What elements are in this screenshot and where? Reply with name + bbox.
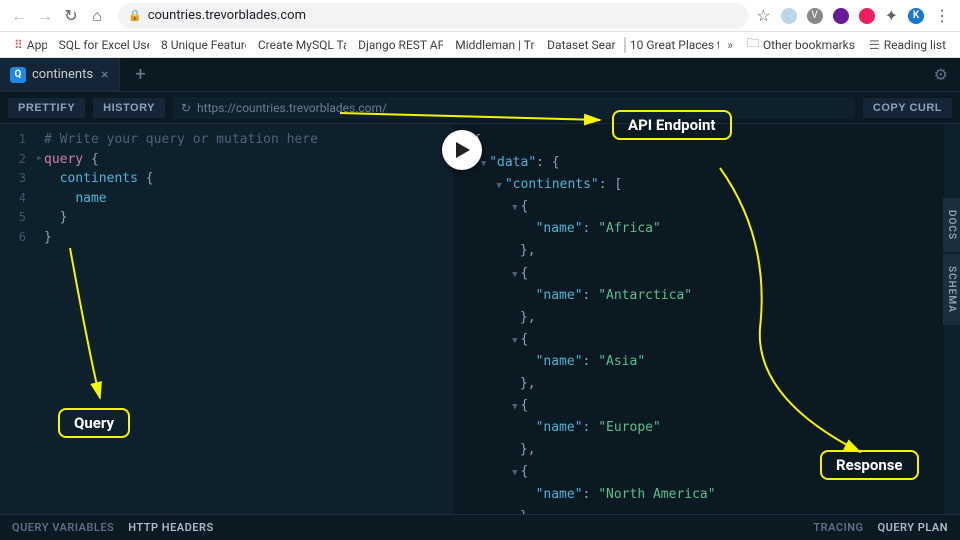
- back-button[interactable]: ←: [6, 3, 32, 29]
- other-bookmarks[interactable]: 🗀Other bookmarks: [741, 32, 861, 57]
- add-tab-button[interactable]: +: [126, 60, 156, 90]
- star-icon[interactable]: ☆: [756, 6, 770, 25]
- bookmark-item[interactable]: Create MySQL Tabl...: [248, 35, 346, 55]
- bottom-bar: QUERY VARIABLES HTTP HEADERS TRACING QUE…: [0, 514, 960, 540]
- extension-icon[interactable]: [781, 8, 797, 24]
- reload-button[interactable]: ↻: [58, 3, 84, 29]
- bookmark-item[interactable]: SQL for Excel Users...: [49, 35, 149, 55]
- extension-icon[interactable]: [859, 8, 875, 24]
- run-query-button[interactable]: [442, 130, 482, 170]
- lock-icon: 🔒: [128, 9, 142, 22]
- endpoint-input[interactable]: ↻ https://countries.trevorblades.com/: [173, 97, 855, 119]
- editor-split: 1 # Write your query or mutation here 2▸…: [0, 124, 944, 514]
- gear-icon[interactable]: ⚙: [934, 65, 948, 84]
- kebab-menu-icon[interactable]: ⋮: [934, 6, 950, 25]
- graphql-playground: Q continents × + ⚙ PRETTIFY HISTORY ↻ ht…: [0, 58, 960, 540]
- bookmark-item[interactable]: 8 Unique Features...: [151, 35, 246, 55]
- profile-icon[interactable]: K: [908, 8, 924, 24]
- close-icon[interactable]: ×: [101, 67, 108, 83]
- query-editor[interactable]: 1 # Write your query or mutation here 2▸…: [0, 124, 453, 514]
- docs-tab[interactable]: DOCS: [943, 198, 960, 252]
- tab-badge-icon: Q: [10, 67, 26, 83]
- query-variables-tab[interactable]: QUERY VARIABLES: [12, 521, 114, 534]
- copy-curl-button[interactable]: COPY CURL: [863, 98, 952, 118]
- tracing-tab[interactable]: TRACING: [813, 521, 863, 534]
- tab-title: continents: [32, 67, 93, 82]
- extension-icon[interactable]: [833, 8, 849, 24]
- url-bar[interactable]: 🔒 countries.trevorblades.com: [118, 3, 748, 29]
- forward-button[interactable]: →: [32, 3, 58, 29]
- schema-tab[interactable]: SCHEMA: [943, 254, 960, 325]
- extension-icon[interactable]: V: [807, 8, 823, 24]
- bookmarks-overflow-icon[interactable]: »: [721, 38, 739, 52]
- browser-nav-bar: ← → ↻ ⌂ 🔒 countries.trevorblades.com ☆ V…: [0, 0, 960, 32]
- http-headers-tab[interactable]: HTTP HEADERS: [128, 521, 213, 534]
- response-viewer[interactable]: ▼{ ▼"data": { ▼"continents": [ ▼{ "name"…: [453, 124, 944, 514]
- query-plan-tab[interactable]: QUERY PLAN: [878, 521, 948, 534]
- bookmark-item[interactable]: Dataset Search: [537, 35, 616, 55]
- endpoint-url: https://countries.trevorblades.com/: [197, 101, 387, 115]
- bookmark-item[interactable]: Middleman | Trello: [445, 35, 535, 55]
- bookmark-apps[interactable]: ⠿Apps: [8, 36, 47, 54]
- home-button[interactable]: ⌂: [84, 3, 110, 29]
- bookmark-item[interactable]: 10 Great Places to F...: [618, 35, 719, 55]
- history-button[interactable]: HISTORY: [93, 98, 165, 118]
- extensions-menu-icon[interactable]: ✦: [885, 6, 898, 25]
- tab-active[interactable]: Q continents ×: [0, 58, 120, 91]
- url-text: countries.trevorblades.com: [148, 8, 306, 23]
- side-tabs: DOCS SCHEMA: [943, 198, 960, 325]
- toolbar: PRETTIFY HISTORY ↻ https://countries.tre…: [0, 92, 960, 124]
- bookmark-item[interactable]: Django REST API -...: [348, 35, 443, 55]
- bookmarks-bar: ⠿Apps SQL for Excel Users... 8 Unique Fe…: [0, 32, 960, 58]
- browser-extensions: ☆ V ✦ K ⋮: [756, 6, 954, 25]
- tab-row: Q continents × + ⚙: [0, 58, 960, 92]
- reading-list[interactable]: ☰Reading list: [863, 32, 952, 57]
- prettify-button[interactable]: PRETTIFY: [8, 98, 85, 118]
- reload-icon: ↻: [181, 101, 191, 115]
